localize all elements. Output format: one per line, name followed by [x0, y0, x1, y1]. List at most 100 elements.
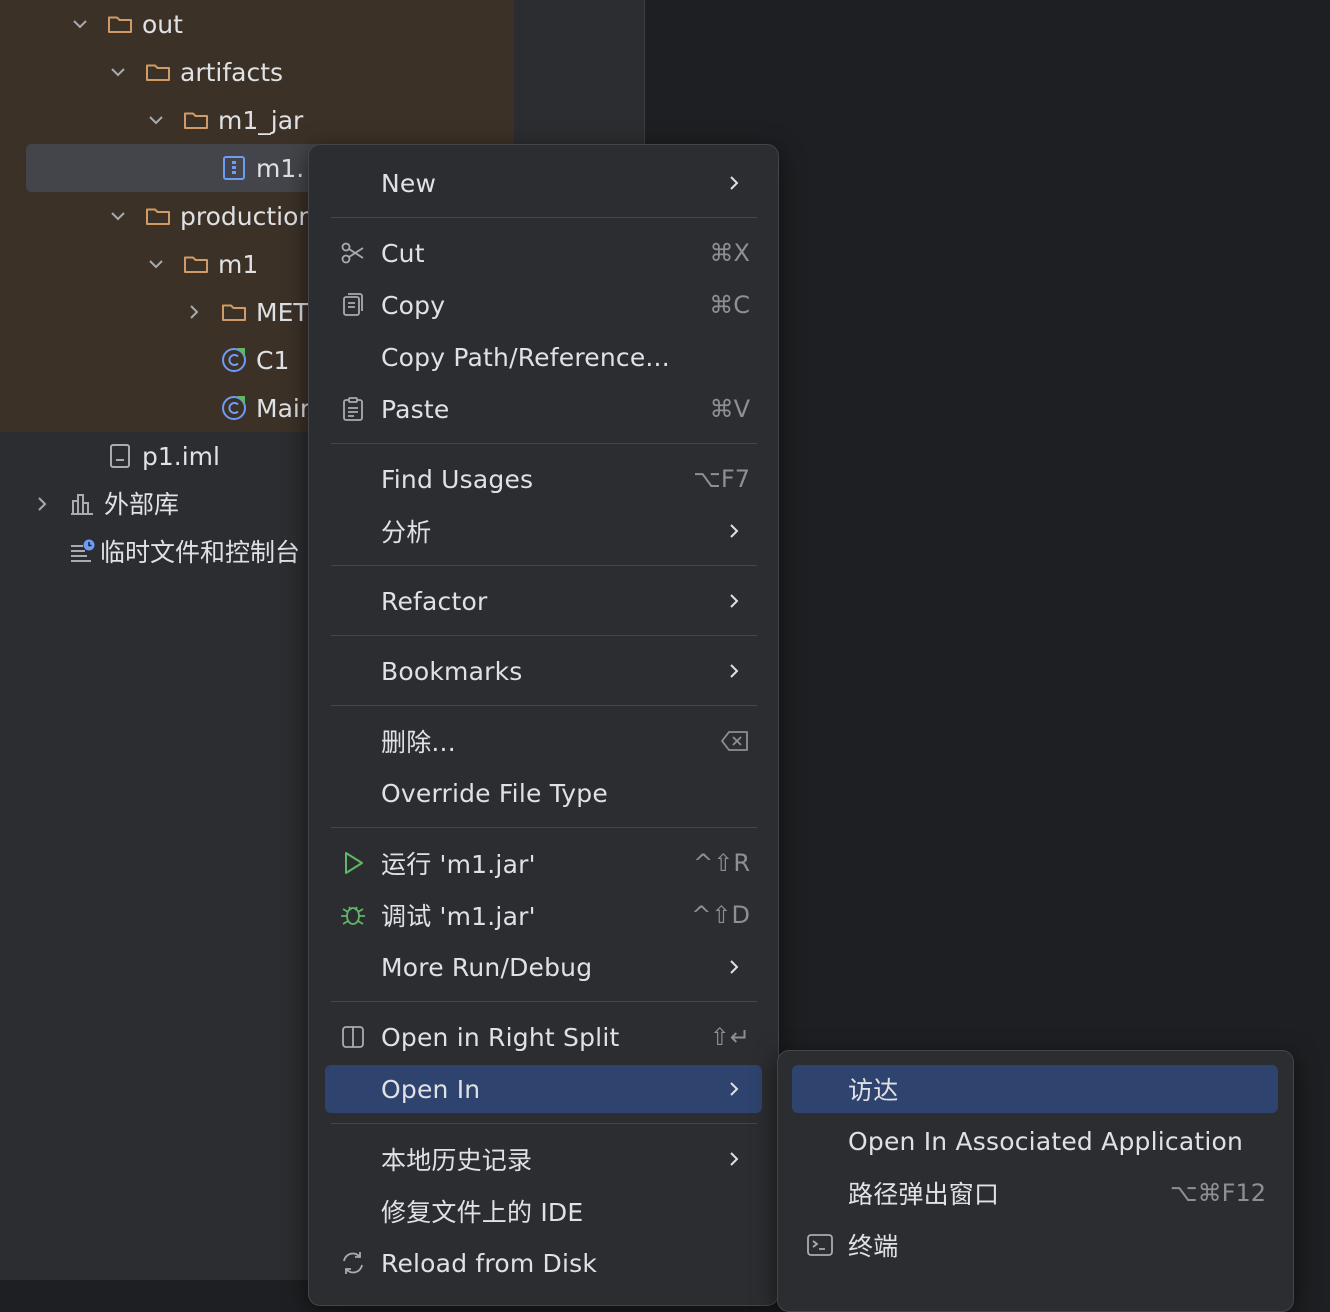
tree-item-label: 临时文件和控制台	[100, 537, 301, 567]
menu-item-debug[interactable]: 调试 'm1.jar' ^⇧D	[325, 891, 762, 939]
menu-separator	[331, 705, 757, 706]
tree-item-label: MET	[256, 297, 309, 327]
chevron-right-icon[interactable]	[182, 300, 206, 324]
class-icon	[220, 346, 248, 374]
menu-item-label: 路径弹出窗口	[848, 1180, 1000, 1209]
module-file-icon	[106, 442, 134, 470]
menu-item-label: 删除...	[381, 728, 456, 757]
menu-item-run[interactable]: 运行 'm1.jar' ^⇧R	[325, 839, 762, 887]
chevron-right-icon[interactable]	[30, 492, 54, 516]
menu-item-shortcut: ⌘C	[709, 291, 750, 319]
folder-icon	[106, 10, 134, 38]
menu-item-copy-path-reference[interactable]: Copy Path/Reference...	[325, 333, 762, 381]
tree-item-label: m1.	[256, 153, 305, 183]
tree-item-scratches[interactable]: 临时文件和控制台	[68, 528, 300, 576]
tree-item-p1-iml[interactable]: p1.iml	[106, 432, 220, 480]
tree-item-external-libraries[interactable]: 外部库	[30, 480, 179, 528]
menu-item-local-history[interactable]: 本地历史记录	[325, 1135, 762, 1183]
folder-icon	[182, 250, 210, 278]
chevron-down-icon[interactable]	[144, 252, 168, 276]
chevron-down-icon[interactable]	[106, 60, 130, 84]
menu-item-label: 调试 'm1.jar'	[381, 902, 536, 931]
tree-item-label: 外部库	[104, 489, 180, 519]
chevron-right-icon	[730, 176, 739, 190]
chevron-down-icon[interactable]	[144, 108, 168, 132]
menu-separator	[331, 217, 757, 218]
tree-item-production[interactable]: productior	[106, 192, 309, 240]
menu-separator	[331, 1001, 757, 1002]
menu-item-paste[interactable]: Paste ⌘V	[325, 385, 762, 433]
folder-icon	[144, 202, 172, 230]
menu-item-new[interactable]: New	[325, 159, 762, 207]
scissors-icon	[339, 239, 367, 267]
tree-item-c1-class[interactable]: C1	[220, 336, 289, 384]
menu-item-label: Override File Type	[381, 778, 608, 808]
menu-item-label: 终端	[848, 1232, 899, 1261]
tree-item-label: Mair	[256, 393, 311, 423]
menu-item-label: Paste	[381, 394, 450, 424]
tree-item-m1-jar-folder[interactable]: m1_jar	[144, 96, 303, 144]
menu-item-override-file-type[interactable]: Override File Type	[325, 769, 762, 817]
menu-item-find-usages[interactable]: Find Usages ⌥F7	[325, 455, 762, 503]
delete-key-icon	[720, 729, 750, 759]
tree-item-label: out	[142, 9, 183, 39]
menu-item-shortcut: ⇧↵	[709, 1023, 750, 1051]
menu-separator	[331, 827, 757, 828]
menu-item-label: 运行 'm1.jar'	[381, 850, 536, 879]
reload-icon	[339, 1249, 367, 1277]
menu-item-label: Copy	[381, 290, 446, 320]
library-icon	[68, 490, 96, 518]
menu-item-copy[interactable]: Copy ⌘C	[325, 281, 762, 329]
menu-item-label: Open In	[381, 1074, 481, 1104]
tree-item-artifacts[interactable]: artifacts	[106, 48, 283, 96]
tree-item-out[interactable]: out	[68, 0, 183, 48]
menu-item-label: Cut	[381, 238, 425, 268]
tree-item-label: m1	[218, 249, 259, 279]
copy-icon	[339, 291, 367, 319]
tree-item-label: artifacts	[180, 57, 284, 87]
chevron-right-icon	[730, 594, 739, 608]
bug-icon	[339, 901, 367, 929]
menu-item-open-right-split[interactable]: Open in Right Split ⇧↵	[325, 1013, 762, 1061]
scratches-icon	[68, 538, 96, 566]
folder-icon	[144, 58, 172, 86]
chevron-down-icon[interactable]	[106, 204, 130, 228]
folder-icon	[220, 298, 248, 326]
menu-item-refactor[interactable]: Refactor	[325, 577, 762, 625]
paste-icon	[339, 395, 367, 423]
menu-separator	[331, 565, 757, 566]
chevron-right-icon	[730, 1082, 739, 1096]
menu-item-analyze[interactable]: 分析	[325, 507, 762, 555]
submenu-item-path-popup[interactable]: 路径弹出窗口 ⌥⌘F12	[792, 1169, 1278, 1217]
context-menu: New Cut ⌘X Copy ⌘C Copy Path/Reference..…	[308, 144, 779, 1306]
menu-separator	[331, 443, 757, 444]
menu-item-shortcut: ⌘V	[709, 395, 750, 423]
submenu-item-finder[interactable]: 访达	[792, 1065, 1278, 1113]
class-icon	[220, 394, 248, 422]
submenu-item-associated-application[interactable]: Open In Associated Application	[792, 1117, 1278, 1165]
menu-separator	[331, 1123, 757, 1124]
menu-item-label: Reload from Disk	[381, 1248, 598, 1278]
menu-item-shortcut: ⌥⌘F12	[1170, 1179, 1266, 1207]
tree-item-m1-folder[interactable]: m1	[144, 240, 258, 288]
submenu-item-terminal[interactable]: 终端	[792, 1221, 1278, 1269]
chevron-right-icon	[730, 524, 739, 538]
tree-item-label: C1	[256, 345, 290, 375]
tree-item-meta-inf[interactable]: MET	[182, 288, 309, 336]
menu-item-label: Find Usages	[381, 464, 534, 494]
run-icon	[339, 849, 367, 877]
menu-item-delete[interactable]: 删除...	[325, 717, 762, 765]
tree-item-m1-jar-file[interactable]: m1.	[26, 144, 326, 192]
menu-item-open-in[interactable]: Open In	[325, 1065, 762, 1113]
menu-item-shortcut: ^⇧D	[691, 901, 750, 929]
menu-item-label: 修复文件上的 IDE	[381, 1198, 584, 1227]
menu-item-repair-ide[interactable]: 修复文件上的 IDE	[325, 1187, 762, 1235]
menu-item-label: Copy Path/Reference...	[381, 342, 670, 372]
menu-item-label: New	[381, 168, 437, 198]
menu-item-shortcut: ^⇧R	[693, 849, 750, 877]
menu-item-bookmarks[interactable]: Bookmarks	[325, 647, 762, 695]
menu-item-cut[interactable]: Cut ⌘X	[325, 229, 762, 277]
chevron-down-icon[interactable]	[68, 12, 92, 36]
menu-item-more-run-debug[interactable]: More Run/Debug	[325, 943, 762, 991]
tree-item-main-class[interactable]: Mair	[220, 384, 310, 432]
